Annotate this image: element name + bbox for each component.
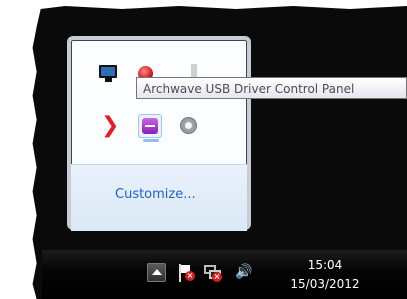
customize-link[interactable]: Customize... [115,187,196,202]
volume-icon[interactable]: 🔊 [235,262,252,282]
clock-date: 15/03/2012 [290,277,360,291]
usb-driver-icon[interactable] [138,114,162,142]
triangle-up-icon [152,269,162,275]
notification-overflow-flyout: ❯ Customize... [67,36,251,231]
monitor-icon[interactable] [99,64,119,84]
gray-ring-icon[interactable] [179,116,199,136]
clock[interactable]: 15:04 15/03/2012 [280,256,370,294]
clock-time: 15:04 [307,258,343,272]
show-hidden-icons-button[interactable] [147,263,166,282]
network-icon[interactable]: × [204,264,222,282]
tooltip: Archwave USB Driver Control Panel [136,77,407,99]
action-center-flag-icon[interactable]: × [177,264,195,282]
arrow-app-icon[interactable]: ❯ [99,115,119,137]
taskbar: × × 🔊 15:04 15/03/2012 [42,250,407,299]
customize-area: Customize... [71,164,247,231]
